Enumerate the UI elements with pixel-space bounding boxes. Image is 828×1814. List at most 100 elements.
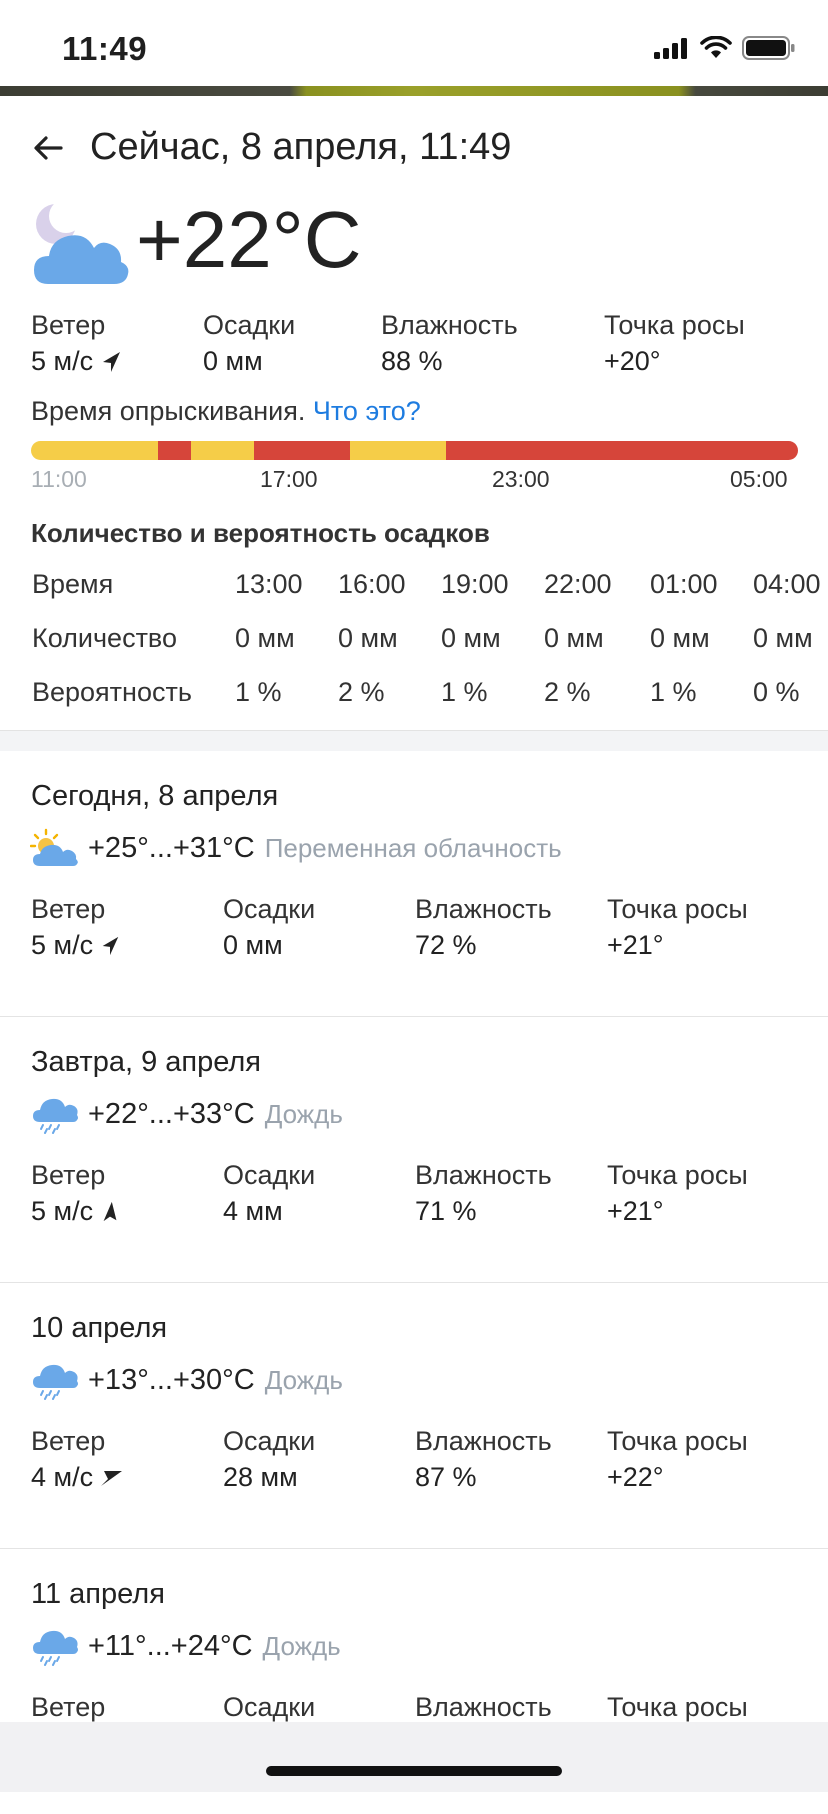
stat-dew-point: Точка росы +21° [607, 1160, 748, 1227]
home-indicator[interactable] [266, 1766, 562, 1776]
stat-value: 87 % [415, 1462, 477, 1492]
day-forecast-card[interactable]: Завтра, 9 апреля +22°...+33°C Дождь Вете… [0, 1016, 828, 1283]
day-description: Дождь [262, 1630, 341, 1661]
stat-label: Точка росы [607, 1426, 748, 1456]
stat-label: Осадки [203, 310, 296, 340]
stat-value: +22° [607, 1462, 664, 1492]
current-temperature: +22°C [136, 195, 362, 284]
stat-label: Осадки [223, 1692, 316, 1722]
table-cell: 1 % [441, 677, 488, 707]
stat-label: Точка росы [607, 1160, 748, 1190]
day-date: Завтра, 9 апреля [31, 1046, 262, 1078]
stat-label: Точка росы [607, 894, 748, 924]
stat-dew-point: Точка росы +22° [607, 1426, 748, 1493]
stat-value: 71 % [415, 1196, 477, 1226]
stat-precipitation: Осадки 0 мм [203, 310, 295, 377]
row-label: Вероятность [32, 677, 192, 707]
day-temperature: +13°...+30°C [88, 1363, 255, 1396]
status-bar: 11:49 [0, 0, 828, 88]
day-date: Сегодня, 8 апреля [31, 780, 279, 812]
background-photo-strip [0, 86, 828, 96]
wind-value: 5 м/с [31, 930, 94, 960]
stat-wind: Ветер 5 м/с [31, 894, 121, 961]
stat-label: Осадки [223, 1160, 316, 1190]
wind-value: 5 м/с [31, 1196, 94, 1226]
bar-tick-label: 17:00 [260, 466, 318, 492]
spraying-title: Время опрыскивания. Что это? [31, 396, 421, 427]
stat-humidity: Влажность 88 % [381, 310, 518, 377]
stat-value: +21° [607, 930, 664, 960]
spraying-bar-segment [190, 441, 255, 460]
cellular-signal-icon [654, 38, 687, 59]
wind-value: 4 м/с [31, 1462, 94, 1492]
day-temperature: +11°...+24°C [88, 1629, 253, 1662]
wind-arrow-icon [103, 1201, 117, 1221]
back-button[interactable] [28, 128, 68, 168]
bar-tick-label: 23:00 [492, 466, 550, 492]
table-cell: 04:00 [753, 569, 821, 599]
stat-precipitation: Осадки [223, 1692, 315, 1723]
day-forecast-card[interactable]: 10 апреля +13°...+30°C Дождь Ветер 4 м/с [0, 1282, 828, 1549]
stat-label: Точка росы [607, 1692, 748, 1722]
status-icons [654, 36, 796, 60]
table-row: Вероятность 1 % 2 % 1 % 2 % 1 % 0 % [32, 669, 828, 723]
day-description: Переменная облачность [264, 832, 562, 863]
table-cell: 0 мм [650, 623, 710, 653]
stat-label: Ветер [31, 1692, 106, 1722]
stat-label: Ветер [31, 1426, 106, 1456]
day-forecast-card[interactable]: Сегодня, 8 апреля +25°...+31°C Переменна… [0, 750, 828, 1017]
stat-humidity: Влажность 72 % [415, 894, 552, 961]
day-summary: +25°...+31°C Переменная облачность [30, 828, 562, 868]
table-cell: 0 % [753, 677, 800, 707]
row-label: Время [32, 569, 114, 599]
what-is-this-link[interactable]: Что это? [313, 396, 421, 426]
table-cell: 16:00 [338, 569, 406, 599]
table-cell: 1 % [650, 677, 697, 707]
forecast-sheet: Сейчас, 8 апреля, 11:49 +22°C Ветер 5 м/… [0, 96, 828, 1722]
spraying-bar-segment [445, 441, 798, 460]
stat-humidity: Влажность [415, 1692, 552, 1723]
stat-value: 0 мм [223, 930, 283, 960]
table-cell: 0 мм [753, 623, 813, 653]
table-cell: 22:00 [544, 569, 612, 599]
stat-value: 5 м/с [31, 346, 123, 377]
day-summary: +13°...+30°C Дождь [30, 1360, 343, 1400]
day-stats: Ветер 4 м/с Осадки 28 мм Влажность 87 % … [31, 1426, 811, 1496]
wifi-icon [700, 36, 732, 58]
spraying-bar-segment [350, 441, 446, 460]
stat-value: 72 % [415, 930, 477, 960]
day-summary: +22°...+33°C Дождь [30, 1094, 343, 1134]
wind-arrow-icon [102, 936, 119, 955]
spraying-bar-segment [254, 441, 351, 460]
stat-dew-point: Точка росы [607, 1692, 748, 1723]
stat-wind: Ветер 4 м/с [31, 1426, 123, 1493]
rain-cloud-icon [33, 1630, 78, 1666]
stat-value: 4 мм [223, 1196, 283, 1226]
table-cell: 1 % [235, 677, 282, 707]
home-indicator-area [0, 1722, 828, 1792]
stat-value: 0 мм [203, 346, 263, 376]
stat-value: +20° [604, 346, 661, 376]
stat-value: 88 % [381, 346, 443, 376]
bar-tick-label: 11:00 [31, 466, 87, 492]
spraying-bar-segment [158, 441, 191, 460]
spraying-time-bar [31, 441, 798, 460]
day-date: 10 апреля [31, 1312, 168, 1344]
rain-cloud-icon [33, 1098, 78, 1134]
table-cell: 0 мм [544, 623, 604, 653]
day-stats: Ветер 5 м/с Осадки 0 мм Влажность 72 % Т… [31, 894, 811, 964]
day-stats: Ветер 5 м/с Осадки 4 мм Влажность 71 % Т… [31, 1160, 811, 1230]
stat-value: 5 м/с [31, 930, 121, 961]
stat-value: 4 м/с [31, 1462, 123, 1493]
day-temperature: +25°...+31°C [88, 831, 255, 864]
bar-tick-label: 05:00 [730, 466, 788, 492]
table-row: Время 13:00 16:00 19:00 22:00 01:00 04:0… [32, 561, 828, 615]
stat-label: Влажность [415, 1692, 552, 1722]
stat-label: Осадки [223, 894, 316, 924]
row-label: Количество [32, 623, 177, 653]
stat-label: Влажность [415, 894, 552, 924]
table-cell: 13:00 [235, 569, 303, 599]
stat-label: Влажность [415, 1426, 552, 1456]
header: Сейчас, 8 апреля, 11:49 [28, 126, 511, 169]
table-cell: 2 % [338, 677, 385, 707]
